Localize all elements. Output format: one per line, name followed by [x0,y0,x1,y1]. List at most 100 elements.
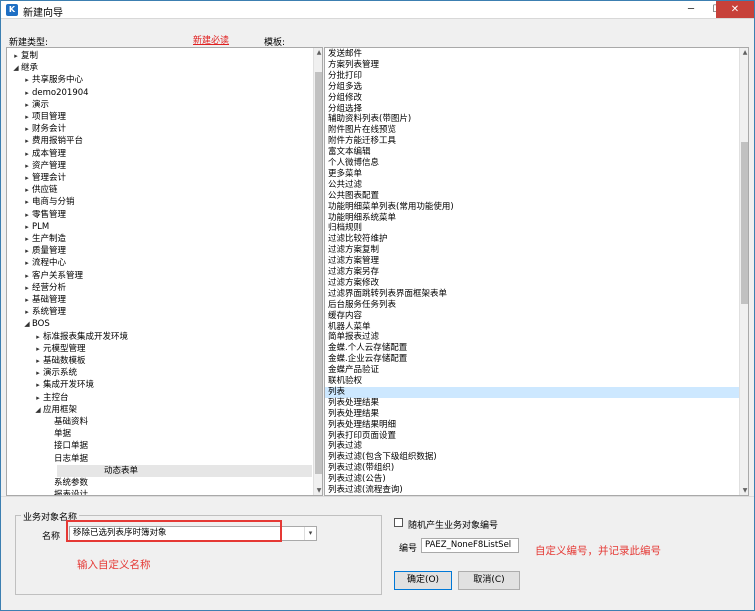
template-item[interactable]: 金蝶.企业云存储配置 [328,354,407,365]
template-item[interactable]: 缓存内容 [328,311,362,322]
template-item[interactable]: 联机验权 [328,376,362,387]
expand-arrow-icon[interactable]: ▸ [22,270,32,282]
template-item[interactable]: 列表过滤(公告) [328,474,386,485]
tree-item[interactable]: ▸ PLM [7,221,49,233]
tree-item[interactable]: 接口单据 [7,440,88,452]
template-item[interactable]: 公共过滤 [328,180,362,191]
tree-item[interactable]: ▸ 流程中心 [7,257,66,269]
template-item[interactable]: 归档规则 [328,223,362,234]
tree-item[interactable]: ▸ 客户关系管理 [7,270,83,282]
minimize-button[interactable]: ─ [678,1,704,18]
template-item[interactable]: 过滤方案另存 [328,267,379,278]
tree-item[interactable]: ▸ 基础数模板 [7,355,85,367]
tree-item[interactable]: 基础资料 [7,416,88,428]
template-item[interactable]: 辅助资料列表(带图片) [328,114,411,125]
tree-item[interactable]: ▸ 生产制造 [7,233,66,245]
tree-item[interactable]: ▸ 零售管理 [7,209,66,221]
template-item[interactable]: 过滤方案复制 [328,245,379,256]
scroll-down-icon[interactable]: ▼ [314,486,322,495]
template-item[interactable]: 列表过滤(带组织) [328,463,394,474]
expand-arrow-icon[interactable]: ▸ [22,111,32,123]
tree-scrollbar-thumb[interactable] [315,72,322,474]
template-item[interactable]: 列表过滤 [328,441,362,452]
template-item[interactable]: 列表过滤(包含下级组织数据) [328,452,437,463]
expand-arrow-icon[interactable]: ▸ [22,257,32,269]
tree-item[interactable]: ▸ 主控台 [7,392,68,404]
scroll-down-icon[interactable]: ▼ [740,486,748,495]
expand-arrow-icon[interactable]: ▸ [33,367,43,379]
template-item[interactable]: 列表处理结果 [328,398,379,409]
tree-scrollbar[interactable]: ▲ ▼ [313,48,322,495]
close-button[interactable]: ✕ [716,1,754,18]
template-item[interactable]: 机器人菜单 [328,322,371,333]
tree-item[interactable]: ▸ 电商与分销 [7,196,74,208]
template-item[interactable]: 列表处理结果 [328,409,379,420]
expand-arrow-icon[interactable]: ▸ [22,160,32,172]
expanded-arrow-icon[interactable]: ◢ [22,318,32,330]
template-item[interactable]: 简单报表过滤 [328,332,379,343]
tree-item[interactable]: 动态表单 [57,464,312,477]
tree-item[interactable]: ▸ 复制 [7,50,38,62]
expand-arrow-icon[interactable]: ▸ [33,331,43,343]
tree-item[interactable]: ▸ 集成开发环境 [7,379,94,391]
expand-arrow-icon[interactable]: ▸ [22,148,32,160]
tree-item[interactable]: ▸ 演示系统 [7,367,77,379]
tree-item[interactable]: ◢ 继承 [7,62,38,74]
template-item[interactable]: 附件图片在线预览 [328,125,396,136]
expand-arrow-icon[interactable]: ▸ [22,99,32,111]
tree-item[interactable]: ▸ 供应链 [7,184,57,196]
template-item[interactable]: 金蝶产品验证 [328,365,379,376]
ok-button[interactable]: 确定(O) [394,571,452,590]
expand-arrow-icon[interactable]: ▸ [11,50,21,62]
new-required-link[interactable]: 新建必读 [193,33,229,46]
tree-item[interactable]: ▸ 元模型管理 [7,343,85,355]
template-item[interactable]: 金蝶.个人云存储配置 [328,343,407,354]
tree-item[interactable]: ▸ 资产管理 [7,160,66,172]
tree-item[interactable]: ▸ 基础管理 [7,294,66,306]
tree-item[interactable]: ▸ 质量管理 [7,245,66,257]
expand-arrow-icon[interactable]: ▸ [22,123,32,135]
tree-item[interactable]: ▸ 系统管理 [7,306,66,318]
template-item[interactable]: 分批打印 [328,71,362,82]
tree-item[interactable]: ▸ 项目管理 [7,111,66,123]
tree-item[interactable]: 报表设计 [7,489,88,495]
template-item[interactable]: 富文本编辑 [328,147,371,158]
expand-arrow-icon[interactable]: ▸ [22,233,32,245]
template-item[interactable]: 附件方能迁移工具 [328,136,396,147]
template-item[interactable]: 分组选择 [328,104,362,115]
scroll-up-icon[interactable]: ▲ [314,48,322,58]
template-item[interactable]: 功能明细菜单列表(常用功能使用) [328,202,454,213]
tree-item[interactable]: ▸ 管理会计 [7,172,66,184]
expand-arrow-icon[interactable]: ▸ [33,392,43,404]
expand-arrow-icon[interactable]: ▸ [33,343,43,355]
code-input[interactable]: PAEZ_NoneF8ListSel [421,538,519,553]
template-item[interactable]: 功能明细系统菜单 [328,213,396,224]
template-item[interactable]: 个人微博信息 [328,158,379,169]
expand-arrow-icon[interactable]: ▸ [22,184,32,196]
tree-item[interactable]: ▸ 演示 [7,99,49,111]
template-item[interactable]: 过滤方案修改 [328,278,379,289]
tree-item[interactable]: 日志单据 [7,453,88,465]
type-tree[interactable]: ▸ 复制 ◢ 继承 ▸ 共享服务中心 ▸ demo201904 ▸ 演示 ▸ 项目管理 ▸ 财务会计 ▸ 费用… [6,47,323,496]
template-item[interactable]: 发送邮件 [328,49,362,60]
template-item[interactable]: 过滤界面跳转列表界面框架表单 [328,289,447,300]
template-item[interactable]: 分组修改 [328,93,362,104]
template-item[interactable]: 列表打印页面设置 [328,431,396,442]
expand-arrow-icon[interactable]: ▸ [22,74,32,86]
template-item[interactable]: 列表处理结果明细 [328,420,396,431]
expand-arrow-icon[interactable]: ▸ [33,379,43,391]
expand-arrow-icon[interactable]: ▸ [22,209,32,221]
expand-arrow-icon[interactable]: ▸ [22,245,32,257]
expand-arrow-icon[interactable]: ▸ [22,172,32,184]
expand-arrow-icon[interactable]: ▸ [22,221,32,233]
title-bar[interactable]: K 新建向导 ─ ☐ ✕ [1,1,754,19]
template-item[interactable]: 更多菜单 [328,169,362,180]
template-item[interactable]: 列表过滤(流程查询) [328,485,403,495]
tree-item[interactable]: ◢ 应用框架 [7,404,77,416]
template-scrollbar-thumb[interactable] [741,142,748,304]
expand-arrow-icon[interactable]: ▸ [22,87,32,99]
tree-item[interactable]: ▸ 财务会计 [7,123,66,135]
tree-item[interactable]: ▸ demo201904 [7,87,88,99]
tree-item[interactable]: ▸ 标准报表集成开发环境 [7,331,128,343]
chevron-down-icon[interactable]: ▾ [304,527,316,540]
